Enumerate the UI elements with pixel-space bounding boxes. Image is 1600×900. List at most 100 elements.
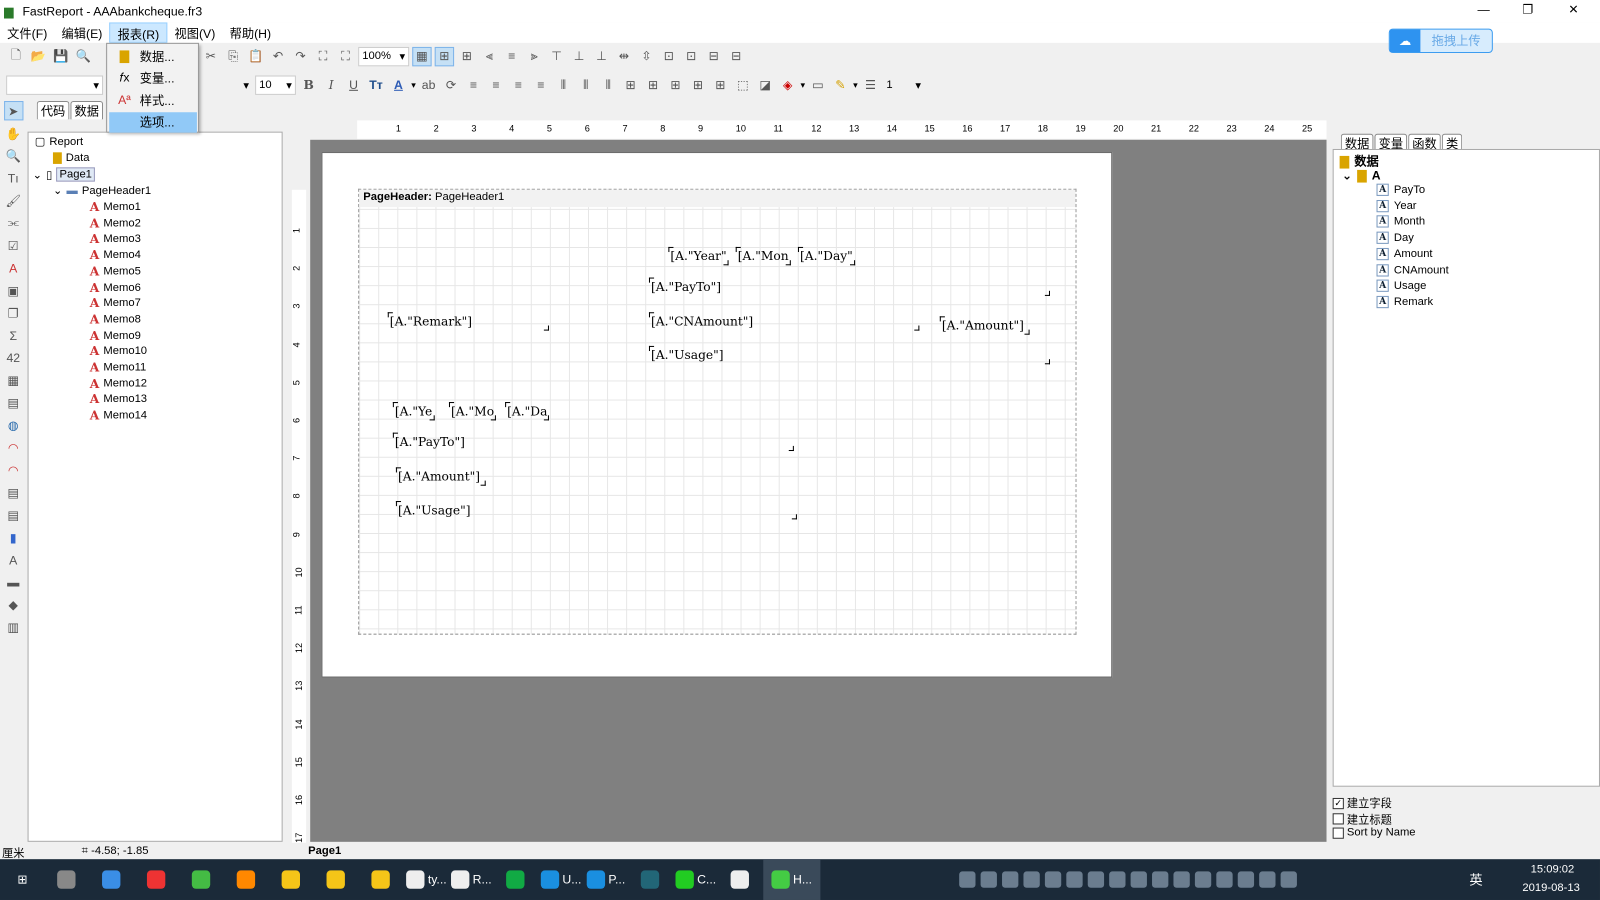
frame-style-icon[interactable]: ▭ <box>808 75 827 94</box>
data-field[interactable]: A Day <box>1376 231 1414 244</box>
ungroup-icon[interactable]: ⛶ <box>336 46 355 65</box>
bluetooth-icon[interactable] <box>980 871 997 888</box>
restore-button[interactable]: ❐ <box>1522 2 1533 16</box>
tree-memo[interactable]: A Memo9 <box>90 328 141 342</box>
upload-button[interactable]: ☁ 拖拽上传 <box>1388 28 1493 54</box>
tree-memo[interactable]: A Memo14 <box>90 408 147 422</box>
picture-icon[interactable]: ▣ <box>4 281 23 300</box>
grid-icon[interactable]: ▦ <box>412 46 432 66</box>
chart-icon[interactable]: ▮ <box>4 528 23 547</box>
option-checkbox[interactable]: 建立标题 <box>1332 811 1392 827</box>
nvidia-icon[interactable] <box>1002 871 1019 888</box>
frame-left-icon[interactable]: ⊞ <box>666 75 685 94</box>
paste-icon[interactable]: 📋 <box>246 46 265 65</box>
fit-grid-icon[interactable]: ⊞ <box>457 46 476 65</box>
tree-page1[interactable]: ⌄ ▯ Page1 <box>33 167 95 182</box>
same-height-icon[interactable]: ⊟ <box>727 46 746 65</box>
taskbar-app[interactable]: P... <box>584 859 629 900</box>
tree-pageheader[interactable]: ⌄ ▬ PageHeader1 <box>53 184 151 197</box>
valign-top-icon[interactable]: ⦀ <box>554 75 573 94</box>
memo-object[interactable]: [A."Amount"] <box>939 316 1030 335</box>
group-icon[interactable]: ⛶ <box>313 46 332 65</box>
memo-object[interactable]: [A."PayTo"] <box>392 432 794 452</box>
rich-text-icon[interactable]: A <box>4 550 23 569</box>
wifi-icon[interactable] <box>1259 871 1276 888</box>
app2-icon[interactable] <box>1237 871 1255 888</box>
underline-button[interactable]: U <box>344 75 363 94</box>
shield-icon[interactable] <box>1066 871 1083 888</box>
minimize-button[interactable]: — <box>1478 2 1490 16</box>
valign-middle-icon[interactable]: ⦀ <box>576 75 595 94</box>
tree-memo[interactable]: A Memo3 <box>90 232 141 246</box>
pin-icon[interactable] <box>1130 871 1147 888</box>
crosstab-icon[interactable]: ▤ <box>4 483 23 502</box>
checkbox-icon[interactable]: ✓ <box>1332 797 1344 809</box>
line-icon[interactable]: ▬ <box>4 572 23 591</box>
memo-object[interactable]: [A."Amount"] <box>395 467 486 486</box>
center-v-icon[interactable]: ⊡ <box>682 46 701 65</box>
frame-top-icon[interactable]: ⊞ <box>621 75 640 94</box>
sound-icon[interactable] <box>1280 871 1297 888</box>
data-field[interactable]: A Month <box>1376 215 1425 228</box>
format-painter-icon[interactable]: 🖌 <box>4 191 23 210</box>
select-tool-icon[interactable]: ➤ <box>3 101 23 121</box>
menu-edit[interactable]: 编辑(E) <box>54 22 109 42</box>
tree-memo[interactable]: A Memo10 <box>90 344 147 358</box>
close-button[interactable]: ✕ <box>1568 2 1578 16</box>
taskbar-app[interactable] <box>180 859 225 900</box>
qq-icon[interactable] <box>1216 871 1233 888</box>
redo-icon[interactable]: ↷ <box>291 46 310 65</box>
office-icon[interactable] <box>1087 871 1105 888</box>
taskbar-app[interactable] <box>135 859 180 900</box>
fill-color-icon[interactable]: ◈ <box>778 75 797 94</box>
option-checkbox[interactable]: ✓ 建立字段 <box>1332 795 1392 811</box>
menu-help[interactable]: 帮助(H) <box>222 22 278 42</box>
data-field[interactable]: A Usage <box>1376 279 1426 293</box>
ime-indicator[interactable]: 英 <box>1469 869 1482 888</box>
chat-icon[interactable] <box>959 871 976 888</box>
data-field[interactable]: A CNAmount <box>1376 263 1449 277</box>
taskbar-app[interactable] <box>718 859 763 900</box>
printer-icon[interactable] <box>1044 871 1062 888</box>
frame-color-icon[interactable]: ✎ <box>831 75 850 94</box>
data-root[interactable]: ▇ 数据 <box>1340 152 1379 169</box>
font-name-select[interactable]: ▾ <box>201 74 253 95</box>
style-select[interactable]: ▾ <box>6 74 104 95</box>
table-icon[interactable]: ▦ <box>4 370 23 389</box>
taskbar-app[interactable]: C... <box>673 859 718 900</box>
new-icon[interactable]: 🗋 <box>6 46 25 65</box>
center-h-icon[interactable]: ⊡ <box>659 46 678 65</box>
hand-tool-icon[interactable]: ✋ <box>4 123 23 142</box>
text-tool-icon[interactable]: Tı <box>4 168 23 187</box>
space-v-icon[interactable]: ⇳ <box>637 46 656 65</box>
onenote-icon[interactable] <box>1023 871 1040 888</box>
zoom-tool-icon[interactable]: 🔍 <box>4 146 23 165</box>
bold-button[interactable]: B <box>299 75 318 94</box>
tree-memo[interactable]: A Memo4 <box>90 248 141 262</box>
taskbar-app[interactable] <box>269 859 314 900</box>
subreport-icon[interactable]: ❐ <box>4 303 23 322</box>
taskbar-app[interactable] <box>224 859 269 900</box>
number-icon[interactable]: 42 <box>4 348 23 367</box>
sum-icon[interactable]: Σ <box>4 326 23 345</box>
memo-object[interactable]: [A."Year" <box>668 246 729 266</box>
open-icon[interactable]: 📂 <box>29 46 48 65</box>
barcode-icon[interactable]: ▥ <box>4 617 23 636</box>
tree-memo[interactable]: A Memo1 <box>90 200 141 214</box>
checkbox-icon[interactable] <box>1332 813 1344 825</box>
align-bottom-icon[interactable]: ⊥ <box>592 46 611 65</box>
font-icon[interactable]: Tт <box>366 75 385 94</box>
zoom-select[interactable]: 100% ▾ <box>358 46 410 66</box>
start-button[interactable]: ⊞ <box>0 859 45 900</box>
memo-object[interactable]: [A."Day" <box>797 246 855 266</box>
menu-item[interactable]: 𝑓x 变量... <box>109 68 197 88</box>
align-left-icon[interactable]: ⫷ <box>480 46 499 65</box>
data-field[interactable]: A Remark <box>1376 295 1433 309</box>
data-source-a[interactable]: ⌄ ▇ A <box>1342 168 1381 182</box>
volume-icon[interactable] <box>1194 871 1212 888</box>
text-justify-icon[interactable]: ≡ <box>531 75 550 94</box>
tab-data[interactable]: 数据 <box>70 101 104 120</box>
memo-object[interactable]: [A."Mon <box>735 246 791 266</box>
app-icon[interactable] <box>1152 871 1169 888</box>
gauge-icon[interactable]: ◠ <box>4 438 23 457</box>
